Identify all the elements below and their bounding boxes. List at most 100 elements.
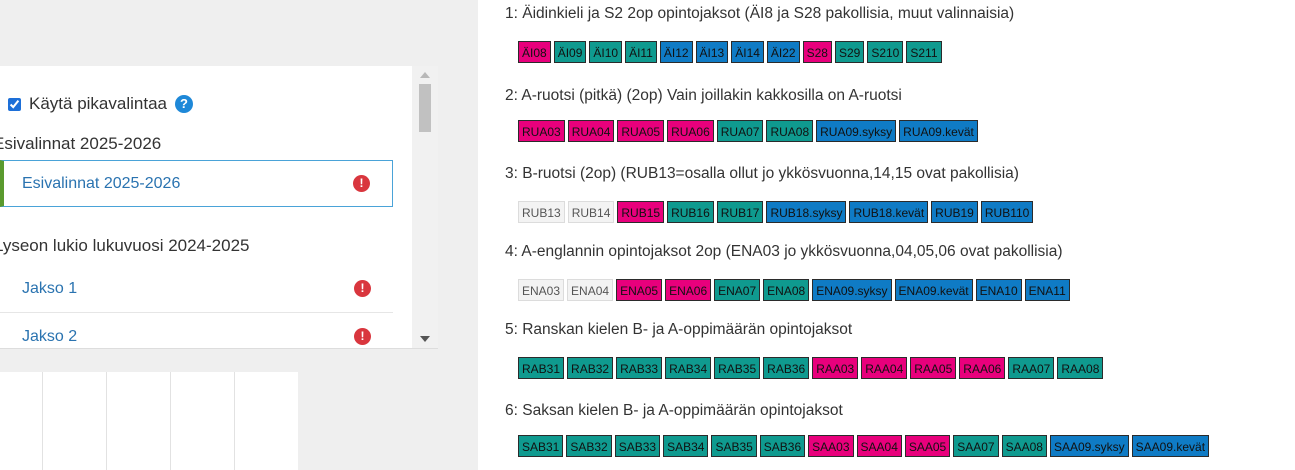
- course-badge[interactable]: SAA05: [904, 435, 951, 457]
- course-badge[interactable]: ÄI22: [766, 41, 800, 63]
- course-badge[interactable]: RUB110: [980, 201, 1034, 223]
- grid-column: [42, 372, 43, 470]
- course-badge[interactable]: S28: [802, 41, 832, 63]
- course-badge[interactable]: ENA09.syksy: [812, 279, 892, 301]
- course-badge[interactable]: RUB18.syksy: [766, 201, 847, 223]
- period-item-label: Esivalinnat 2025-2026: [22, 175, 181, 192]
- course-badge[interactable]: SAB34: [663, 435, 709, 457]
- course-badge[interactable]: RUB15: [617, 201, 665, 223]
- course-badge-row-6: SAB31 SAB32 SAB33 SAB34 SAB35 SAB36 SAA03 SAA04…: [518, 435, 1210, 457]
- course-badge[interactable]: ENA03: [518, 279, 565, 301]
- course-badge[interactable]: ENA08: [763, 279, 810, 301]
- course-badge[interactable]: S211: [906, 41, 942, 63]
- section-title-6: 6: Saksan kielen B- ja A-oppimäärän opin…: [505, 402, 843, 419]
- period-item-jakso-1[interactable]: Jakso 1 !: [0, 266, 393, 313]
- panel-scrollbar[interactable]: [412, 66, 438, 348]
- period-item-label: Jakso 2: [22, 328, 78, 345]
- course-sections: 1: Äidinkieli ja S2 2op opintojaksot (ÄI…: [505, 0, 1295, 470]
- course-badge[interactable]: SAA09.kevät: [1131, 435, 1210, 457]
- course-badge[interactable]: ENA10: [975, 279, 1022, 301]
- group-heading-lyseon: Lyseon lukio lukuvuosi 2024-2025: [0, 236, 250, 255]
- course-badge[interactable]: RUA04: [567, 120, 615, 142]
- course-badge[interactable]: ENA05: [616, 279, 663, 301]
- course-badge[interactable]: RUB17: [716, 201, 764, 223]
- course-badge[interactable]: S210: [867, 41, 904, 63]
- course-badge[interactable]: S29: [834, 41, 865, 63]
- course-badge[interactable]: ÄI10: [589, 41, 623, 63]
- course-badge[interactable]: RAA07: [1008, 357, 1055, 379]
- section-title-5: 5: Ranskan kielen B- ja A-oppimäärän opi…: [505, 321, 853, 338]
- error-icon: !: [353, 175, 370, 192]
- course-badge[interactable]: RUB16: [667, 201, 714, 223]
- period-item-esivalinnat[interactable]: Esivalinnat 2025-2026 !: [0, 160, 393, 207]
- grid-column: [234, 372, 235, 470]
- grid-column: [170, 372, 171, 470]
- course-badge[interactable]: RAA08: [1057, 357, 1104, 379]
- course-badge-row-5: RAB31 RAB32 RAB33 RAB34 RAB35 RAB36 RAA03 RAA04…: [518, 357, 1104, 379]
- course-badge[interactable]: ÄI12: [659, 41, 693, 63]
- course-badge[interactable]: RAB31: [518, 357, 565, 379]
- course-badge[interactable]: RUA08: [766, 120, 814, 142]
- course-badge[interactable]: RUA09.syksy: [816, 120, 897, 142]
- section-title-4: 4: A-englannin opintojaksot 2op (ENA03 j…: [505, 243, 1063, 260]
- course-badge[interactable]: RUA03: [518, 120, 565, 142]
- course-badge[interactable]: SAB31: [518, 435, 564, 457]
- grid-column: [106, 372, 107, 470]
- course-badge[interactable]: RUA06: [667, 120, 714, 142]
- course-badge-row-1: ÄI08 ÄI09 ÄI10 ÄI11 ÄI12 ÄI13 ÄI14 ÄI22 S28 S29 S2…: [518, 41, 942, 63]
- course-badge[interactable]: RUB13: [518, 201, 565, 223]
- course-badge[interactable]: SAA03: [808, 435, 854, 457]
- course-badge[interactable]: ENA06: [665, 279, 712, 301]
- course-badge[interactable]: ÄI13: [695, 41, 729, 63]
- course-badge[interactable]: SAB36: [759, 435, 806, 457]
- section-title-2: 2: A-ruotsi (pitkä) (2op) Vain joillakin…: [505, 87, 902, 104]
- error-icon: !: [354, 280, 371, 297]
- course-badge[interactable]: SAA07: [953, 435, 999, 457]
- group-heading-esivalinnat: Esivalinnat 2025-2026: [0, 134, 162, 153]
- course-badge[interactable]: ÄI11: [625, 41, 657, 63]
- course-badge[interactable]: SAB35: [711, 435, 757, 457]
- scroll-down-arrow-icon[interactable]: [420, 336, 430, 342]
- course-badge[interactable]: RUB14: [567, 201, 615, 223]
- course-badge[interactable]: ENA04: [567, 279, 614, 301]
- section-title-3: 3: B-ruotsi (2op) (RUB13=osalla ollut jo…: [505, 165, 1019, 182]
- course-badge[interactable]: ENA11: [1024, 279, 1070, 301]
- course-badge[interactable]: RUA09.kevät: [899, 120, 978, 142]
- course-badge[interactable]: SAA04: [856, 435, 902, 457]
- period-item-jakso-2[interactable]: Jakso 2 !: [0, 314, 393, 348]
- course-badge[interactable]: RAA05: [910, 357, 957, 379]
- course-badge[interactable]: RAB32: [567, 357, 614, 379]
- course-badge[interactable]: RUA05: [617, 120, 665, 142]
- error-icon: !: [354, 328, 371, 345]
- course-badge[interactable]: RAA06: [959, 357, 1006, 379]
- course-badge[interactable]: RUB19: [931, 201, 978, 223]
- course-badge[interactable]: SAA08: [1001, 435, 1047, 457]
- course-badge[interactable]: SAB32: [566, 435, 612, 457]
- course-badge[interactable]: SAB33: [614, 435, 661, 457]
- scrollbar-thumb[interactable]: [419, 84, 431, 132]
- course-badge[interactable]: RAB35: [714, 357, 761, 379]
- quick-select-label: Käytä pikavalintaa: [29, 94, 167, 113]
- course-badge-row-4: ENA03 ENA04 ENA05 ENA06 ENA07 ENA08 ENA09.syks…: [518, 279, 1070, 301]
- course-badge[interactable]: RAA03: [812, 357, 859, 379]
- course-badge[interactable]: ÄI14: [731, 41, 764, 63]
- period-list: Käytä pikavalintaa ? Esivalinnat 2025-20…: [0, 66, 412, 348]
- course-badge[interactable]: RAB36: [763, 357, 810, 379]
- course-badge[interactable]: SAA09.syksy: [1049, 435, 1129, 457]
- course-badge[interactable]: RAA04: [861, 357, 908, 379]
- scroll-up-arrow-icon[interactable]: [420, 72, 430, 78]
- course-badge[interactable]: ENA09.kevät: [894, 279, 973, 301]
- course-badge[interactable]: ENA07: [714, 279, 761, 301]
- question-circle-icon[interactable]: ?: [174, 95, 193, 113]
- quick-select-checkbox[interactable]: [8, 97, 21, 111]
- calendar-grid: [0, 372, 298, 470]
- course-badge[interactable]: RUB18.kevät: [849, 201, 929, 223]
- course-badge[interactable]: ÄI08: [518, 41, 551, 63]
- course-badge[interactable]: RAB34: [665, 357, 712, 379]
- course-badge[interactable]: ÄI09: [553, 41, 587, 63]
- course-badge[interactable]: RUA07: [716, 120, 764, 142]
- course-badge[interactable]: RAB33: [616, 357, 663, 379]
- quick-select-toggle[interactable]: Käytä pikavalintaa ?: [8, 94, 193, 114]
- section-title-1: 1: Äidinkieli ja S2 2op opintojaksot (ÄI…: [505, 5, 1015, 22]
- course-badge-row-3: RUB13 RUB14 RUB15 RUB16 RUB17 RUB18.syksy RUB1…: [518, 201, 1034, 223]
